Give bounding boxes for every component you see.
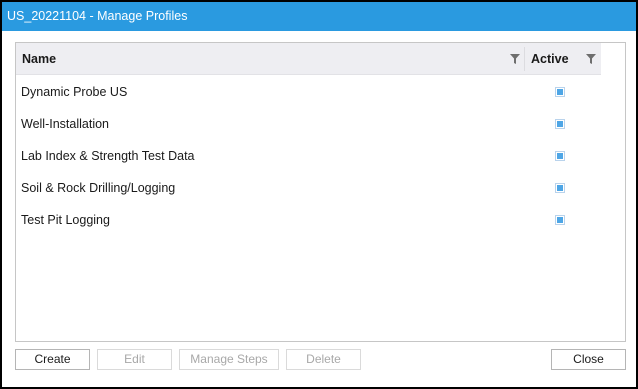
grid-header: Name Active [16, 43, 601, 75]
profile-name: Soil & Rock Drilling/Logging [21, 181, 176, 195]
table-row[interactable]: Dynamic Probe US [16, 76, 601, 108]
profile-name: Well-Installation [21, 117, 110, 131]
column-header-name[interactable]: Name [22, 43, 56, 75]
checkbox-fill [557, 217, 563, 223]
table-row[interactable]: Test Pit Logging [16, 204, 601, 236]
checkbox-fill [557, 153, 563, 159]
active-checkbox[interactable] [555, 87, 565, 97]
window-title: US_20221104 - Manage Profiles [2, 2, 636, 31]
table-row[interactable]: Soil & Rock Drilling/Logging [16, 172, 601, 204]
profile-name: Test Pit Logging [21, 213, 110, 227]
active-checkbox[interactable] [555, 215, 565, 225]
active-checkbox[interactable] [555, 183, 565, 193]
profile-name: Dynamic Probe US [21, 85, 128, 99]
profile-name: Lab Index & Strength Test Data [21, 149, 195, 163]
manage-steps-button[interactable]: Manage Steps [179, 349, 279, 370]
edit-button[interactable]: Edit [97, 349, 172, 370]
checkbox-fill [557, 185, 563, 191]
manage-profiles-window: US_20221104 - Manage Profiles Name Activ… [0, 0, 638, 389]
delete-button[interactable]: Delete [286, 349, 361, 370]
close-button[interactable]: Close [551, 349, 626, 370]
table-row[interactable]: Lab Index & Strength Test Data [16, 140, 601, 172]
column-header-active[interactable]: Active [531, 43, 569, 75]
checkbox-fill [557, 89, 563, 95]
active-checkbox[interactable] [555, 151, 565, 161]
checkbox-fill [557, 121, 563, 127]
grid-rows: Dynamic Probe US Well-Installation Lab I… [16, 76, 601, 236]
filter-icon[interactable] [510, 54, 520, 64]
create-button[interactable]: Create [15, 349, 90, 370]
column-separator [524, 47, 525, 71]
active-checkbox[interactable] [555, 119, 565, 129]
table-row[interactable]: Well-Installation [16, 108, 601, 140]
profiles-grid: Name Active Dynamic Probe US Well-Instal… [15, 42, 626, 342]
filter-icon[interactable] [586, 54, 596, 64]
